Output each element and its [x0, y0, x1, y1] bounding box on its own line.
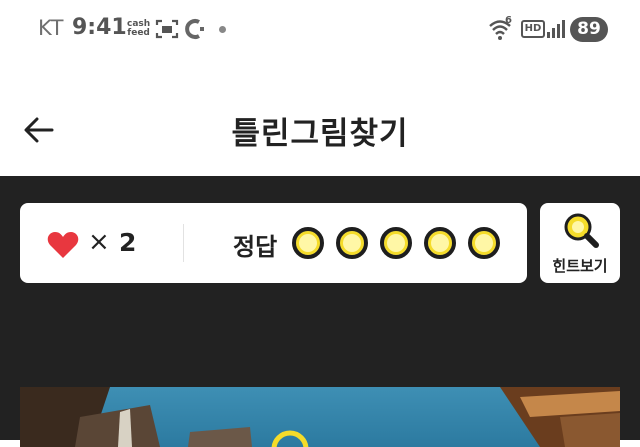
app-c-icon [185, 19, 204, 39]
page-title: 틀린그림찾기 [231, 116, 409, 152]
answer-slot [424, 227, 456, 259]
notification-dot-icon [219, 26, 226, 33]
game-area: × 2 정답 힌트보기 [0, 176, 640, 447]
hint-button[interactable]: 힌트보기 [540, 203, 620, 283]
divider [183, 224, 184, 262]
puzzle-image[interactable] [20, 387, 620, 447]
magnifier-icon [564, 213, 599, 248]
cashfeed-icon: cash feed [127, 19, 151, 38]
heart-icon [47, 232, 79, 258]
network-badge: 6 [505, 15, 512, 26]
game-status-card: × 2 정답 [20, 203, 527, 283]
answer-slot [468, 227, 500, 259]
signal-icon [547, 20, 565, 38]
answer-slot [292, 227, 324, 259]
hint-label: 힌트보기 [552, 257, 608, 275]
battery-indicator: 89 [570, 17, 608, 42]
app-header: 틀린그림찾기 [0, 60, 640, 176]
status-bar: KT 9:41 cash feed 6 HD 89 [0, 0, 640, 60]
screenshot-icon [155, 19, 179, 39]
lives-count: 2 [119, 228, 137, 257]
hd-voice-icon: HD [521, 20, 545, 38]
clock: 9:41 [72, 15, 127, 40]
puzzle-image-art [20, 387, 620, 447]
lives-multiplier: × [88, 227, 110, 257]
answer-slot [336, 227, 368, 259]
carrier-label: KT [38, 16, 64, 40]
answer-slot [380, 227, 412, 259]
answer-label: 정답 [233, 233, 278, 261]
